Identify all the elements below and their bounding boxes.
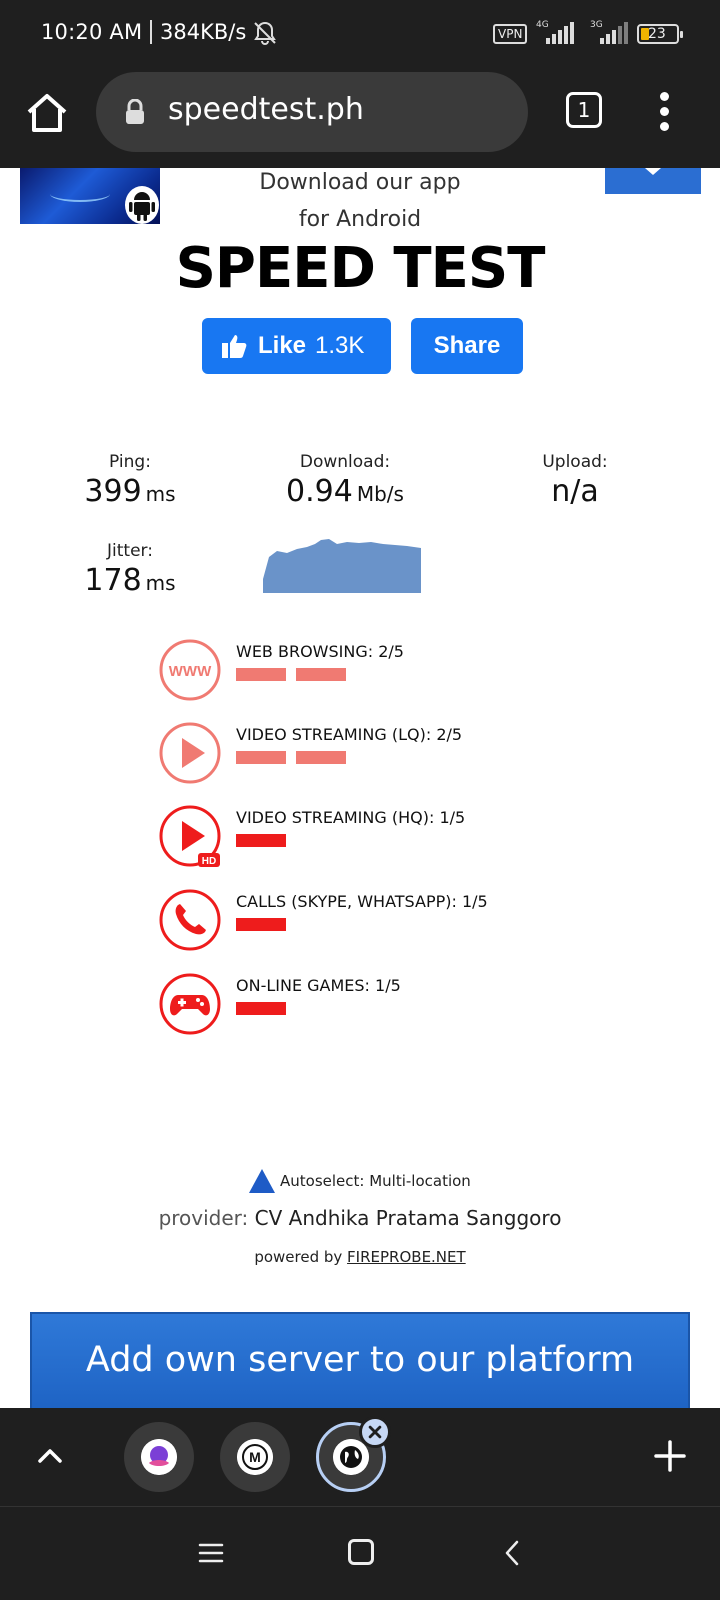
home-icon[interactable] bbox=[24, 90, 70, 136]
like-label: Like bbox=[258, 332, 307, 359]
ping-value-group: 399 ms bbox=[60, 474, 200, 509]
signal-4g-icon: 4G bbox=[536, 20, 576, 46]
quality-score-bar bbox=[236, 834, 286, 847]
status-separator bbox=[150, 20, 152, 44]
download-app-subtext[interactable]: for Android bbox=[200, 207, 520, 232]
play-hd-icon: HD bbox=[159, 805, 221, 867]
download-unit: Mb/s bbox=[356, 482, 404, 506]
status-bar: 10:20 AM 384KB/s VPN 4G 3G 23 bbox=[0, 0, 720, 68]
facebook-share-button[interactable]: Share bbox=[411, 318, 523, 374]
quality-label: WEB BROWSING: 2/5 bbox=[236, 642, 404, 661]
vpn-badge: VPN bbox=[493, 24, 528, 44]
jitter-value-group: 178 ms bbox=[60, 563, 200, 598]
quality-score-bar bbox=[236, 668, 286, 681]
chevron-up-icon[interactable] bbox=[30, 1436, 70, 1476]
jitter-value: 178 bbox=[84, 563, 142, 598]
svg-text:HD: HD bbox=[202, 856, 216, 867]
like-count: 1.3K bbox=[315, 332, 365, 359]
quality-score-bar bbox=[236, 918, 286, 931]
tab-thumbnail-2[interactable]: M bbox=[220, 1422, 290, 1492]
globe-icon bbox=[333, 1439, 369, 1475]
quality-label: ON-LINE GAMES: 1/5 bbox=[236, 976, 401, 995]
add-server-label: Add own server to our platform bbox=[85, 1340, 635, 1380]
download-app-text[interactable]: Download our app bbox=[200, 170, 520, 195]
tab-thumbnail-1[interactable] bbox=[124, 1422, 194, 1492]
ping-label: Ping: bbox=[109, 452, 151, 472]
quality-label: CALLS (SKYPE, WHATSAPP): 1/5 bbox=[236, 892, 488, 911]
play-icon bbox=[159, 722, 221, 784]
battery-icon: 23 bbox=[637, 24, 683, 44]
provider-name: CV Andhika Pratama Sanggoro bbox=[254, 1206, 562, 1230]
facebook-like-button[interactable]: Like 1.3K bbox=[202, 318, 391, 374]
download-value: 0.94 bbox=[286, 474, 353, 509]
signal-3g-icon: 3G bbox=[590, 20, 630, 46]
bell-muted-icon bbox=[254, 21, 276, 45]
close-tab-icon[interactable] bbox=[359, 1416, 391, 1448]
signal-3g-label: 3G bbox=[590, 20, 603, 30]
plus-icon[interactable] bbox=[650, 1436, 690, 1476]
tabs-count-button[interactable]: 1 bbox=[566, 92, 602, 128]
gamepad-icon bbox=[159, 973, 221, 1035]
provider-line: provider: CV Andhika Pratama Sanggoro bbox=[0, 1206, 720, 1230]
powered-by-label: powered by bbox=[254, 1248, 343, 1266]
www-icon: WWW bbox=[159, 639, 221, 701]
url-text[interactable]: speedtest.ph bbox=[168, 92, 364, 127]
quality-row-video-lq: VIDEO STREAMING (LQ): 2/5 bbox=[158, 721, 578, 787]
provider-label: provider: bbox=[158, 1206, 249, 1230]
nav-home-icon[interactable] bbox=[348, 1539, 374, 1565]
add-own-server-button[interactable]: Add own server to our platform bbox=[30, 1312, 690, 1412]
svg-text:M: M bbox=[249, 1449, 261, 1465]
m-favicon-icon: M bbox=[237, 1439, 273, 1475]
quality-score-bar bbox=[236, 1002, 286, 1015]
thumbs-up-icon bbox=[222, 335, 247, 358]
fireprobe-link[interactable]: FIREPROBE.NET bbox=[347, 1248, 466, 1266]
back-icon[interactable] bbox=[502, 1539, 522, 1567]
jitter-label: Jitter: bbox=[107, 541, 153, 561]
svg-text:WWW: WWW bbox=[169, 663, 212, 680]
quality-label: VIDEO STREAMING (HQ): 1/5 bbox=[236, 808, 466, 827]
ping-unit: ms bbox=[145, 482, 176, 506]
android-icon bbox=[125, 186, 159, 224]
page-title: SPEED TEST bbox=[175, 236, 546, 301]
system-navigation-bar bbox=[0, 1506, 720, 1600]
ping-value: 399 bbox=[84, 474, 142, 509]
upload-label: Upload: bbox=[542, 452, 608, 472]
upload-value: n/a bbox=[551, 474, 599, 509]
phone-icon bbox=[159, 889, 221, 951]
download-speed-graph bbox=[263, 539, 421, 593]
quality-score-bar bbox=[296, 668, 346, 681]
browser-toolbar: speedtest.ph 1 bbox=[0, 68, 720, 168]
quality-row-games: ON-LINE GAMES: 1/5 bbox=[158, 972, 578, 1038]
location-triangle-icon[interactable] bbox=[248, 1168, 276, 1194]
download-label: Download: bbox=[299, 452, 391, 472]
ad-collapse-button[interactable] bbox=[605, 168, 701, 194]
quality-score-bar bbox=[236, 751, 286, 764]
browser-tab-strip: M bbox=[0, 1408, 720, 1506]
powered-by-line: powered by FIREPROBE.NET bbox=[0, 1248, 720, 1266]
quality-label: VIDEO STREAMING (LQ): 2/5 bbox=[236, 725, 463, 744]
quality-row-video-hq: HD VIDEO STREAMING (HQ): 1/5 bbox=[158, 804, 578, 870]
quality-row-calls: CALLS (SKYPE, WHATSAPP): 1/5 bbox=[158, 888, 578, 954]
download-value-group: 0.94 Mb/s bbox=[260, 474, 430, 509]
app-favicon-icon bbox=[141, 1439, 177, 1475]
battery-level: 23 bbox=[648, 26, 666, 42]
status-time: 10:20 AM bbox=[41, 20, 143, 44]
quality-score-bar bbox=[296, 751, 346, 764]
network-speed: 384KB/s bbox=[160, 20, 247, 44]
overflow-menu-icon[interactable] bbox=[650, 92, 680, 132]
url-bar[interactable]: speedtest.ph bbox=[96, 72, 528, 152]
signal-4g-label: 4G bbox=[536, 20, 549, 30]
lock-icon bbox=[126, 99, 144, 124]
quality-row-web-browsing: WWW WEB BROWSING: 2/5 bbox=[158, 638, 578, 704]
jitter-unit: ms bbox=[145, 571, 176, 595]
recents-icon[interactable] bbox=[198, 1541, 224, 1565]
autoselect-server-text[interactable]: Autoselect: Multi-location bbox=[280, 1172, 471, 1190]
